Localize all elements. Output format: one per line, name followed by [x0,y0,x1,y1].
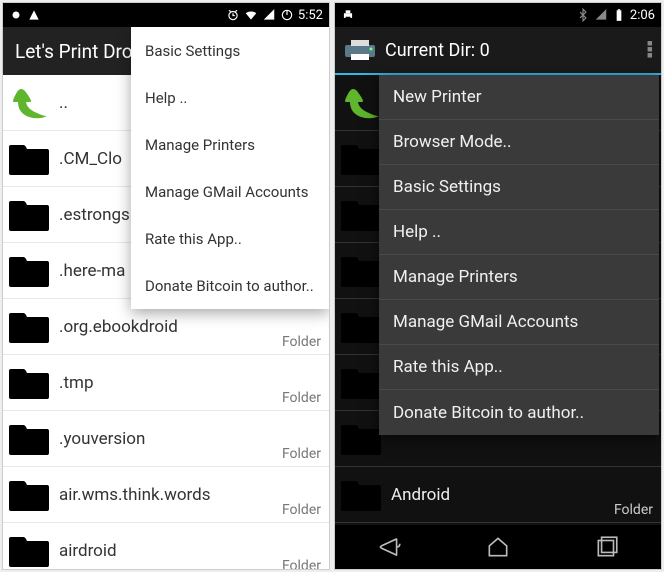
list-item[interactable]: AndroidFolder [335,467,661,523]
item-name: Android [391,485,614,505]
folder-icon [7,477,51,513]
folder-icon [7,141,51,177]
item-type: Folder [282,334,321,350]
nav-bar [335,525,661,569]
bluetooth-icon [576,8,590,22]
printer-icon [343,39,377,61]
folder-icon [339,253,383,289]
folder-icon [339,421,383,457]
menu-item[interactable]: Rate this App.. [379,345,659,390]
item-name: air.wms.think.words [59,485,282,505]
item-name: .org.ebookdroid [59,317,282,337]
item-name: airdroid [59,541,282,561]
print-notif-icon [341,8,355,22]
signal-icon [594,8,608,22]
folder-icon [339,141,383,177]
menu-item[interactable]: Rate this App.. [131,215,329,262]
status-bar: 5:52 [3,3,329,27]
folder-icon [339,197,383,233]
item-type: Folder [282,502,321,518]
overflow-menu: Basic SettingsHelp ..Manage PrintersMana… [131,27,329,309]
item-type: Folder [282,446,321,462]
list-item[interactable]: .youversionFolder [3,411,329,467]
item-type: Folder [282,558,321,569]
menu-item[interactable]: New Printer [379,75,659,120]
app-title: Let's Print Dro [15,40,133,63]
signal-icon [262,8,276,22]
item-type: Folder [614,502,653,518]
app-bar: Current Dir: 0 ▪▪▪ [335,27,661,75]
recents-button[interactable] [594,534,620,560]
folder-icon [7,309,51,345]
home-button[interactable] [485,534,511,560]
menu-item[interactable]: Manage Printers [131,121,329,168]
item-name: .tmp [59,373,282,393]
folder-icon [339,309,383,345]
wifi-icon [244,8,258,22]
folder-icon [339,477,383,513]
menu-item[interactable]: Help .. [131,74,329,121]
app-title: Current Dir: 0 [385,40,490,61]
folder-icon [7,365,51,401]
clock-text: 5:52 [298,8,323,23]
folder-icon [7,253,51,289]
status-bar: 2:06 [335,3,661,27]
list-item[interactable]: airdroidFolder [3,523,329,569]
overflow-button[interactable]: ▪▪▪ [647,41,653,59]
menu-item[interactable]: Manage GMail Accounts [379,300,659,345]
folder-icon [7,421,51,457]
menu-item[interactable]: Basic Settings [131,27,329,74]
menu-item[interactable]: Manage GMail Accounts [131,168,329,215]
notif-icon [9,8,23,22]
item-name: .youversion [59,429,282,449]
menu-item[interactable]: Basic Settings [379,165,659,210]
menu-item[interactable]: Browser Mode.. [379,120,659,165]
battery-icon [612,8,626,22]
menu-item[interactable]: Help .. [379,210,659,255]
back-button[interactable] [376,534,402,560]
up-arrow-icon [339,85,383,121]
up-arrow-icon [7,85,51,121]
overflow-menu: New PrinterBrowser Mode..Basic SettingsH… [379,75,659,435]
power-icon [280,8,294,22]
folder-icon [7,197,51,233]
notif-icon [27,8,41,22]
phone-left: 5:52 Let's Print Dro ...CM_Clo.estrongs.… [2,2,330,570]
folder-icon [7,533,51,569]
alarm-icon [226,8,240,22]
item-type: Folder [282,390,321,406]
menu-item[interactable]: Donate Bitcoin to author.. [131,262,329,309]
menu-item[interactable]: Donate Bitcoin to author.. [379,390,659,435]
list-item[interactable]: air.wms.think.wordsFolder [3,467,329,523]
clock-text: 2:06 [630,8,655,23]
menu-item[interactable]: Manage Printers [379,255,659,300]
folder-icon [339,365,383,401]
list-item[interactable]: .tmpFolder [3,355,329,411]
phone-right: 2:06 Current Dir: 0 ▪▪▪ AndroidFolderAnd… [334,2,662,570]
